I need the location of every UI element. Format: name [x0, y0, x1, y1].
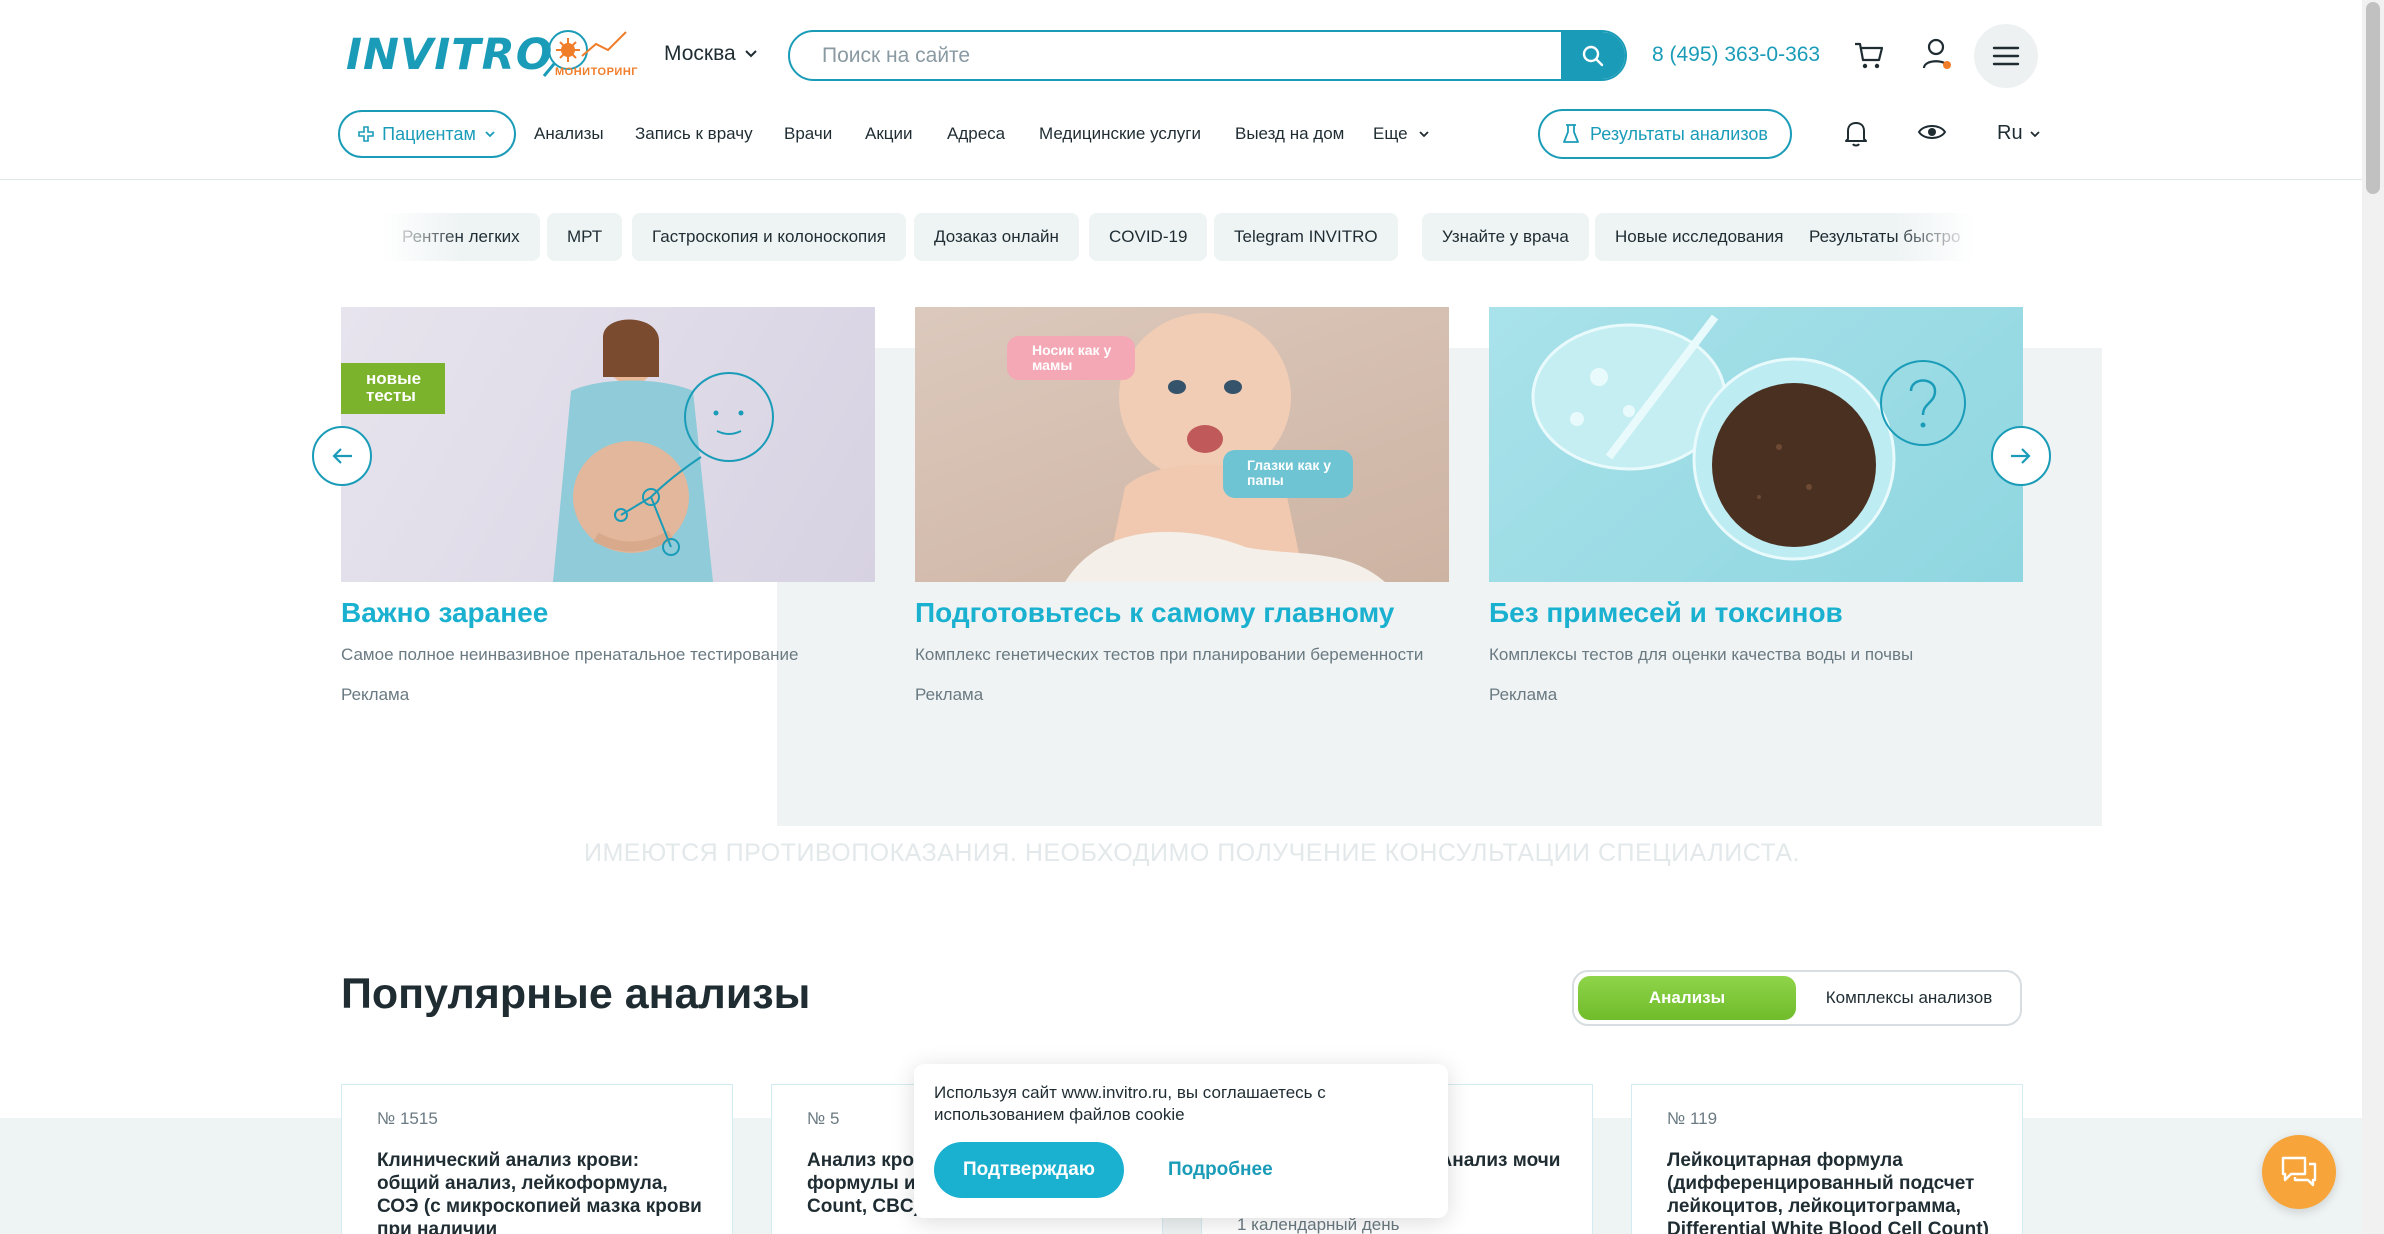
- nav-home-visit[interactable]: Выезд на дом: [1235, 124, 1344, 144]
- invitro-logo[interactable]: INVITRO: [346, 30, 553, 80]
- promo-title-prenatal[interactable]: Важно заранее: [341, 597, 548, 629]
- cookie-text: Используя сайт www.invitro.ru, вы соглаш…: [934, 1083, 1326, 1124]
- test-number: № 1515: [377, 1109, 438, 1128]
- promo-title-genetic[interactable]: Подготовьтесь к самому главному: [915, 597, 1394, 629]
- promo-image-water-soil[interactable]: [1489, 307, 2023, 582]
- chip-reorder-online[interactable]: Дозаказ онлайн: [914, 213, 1079, 261]
- eye-icon[interactable]: [1917, 120, 1947, 144]
- test-card[interactable]: № 1515 Клинический анализ крови: общий а…: [341, 1084, 733, 1234]
- new-tests-badge: новые тесты: [341, 363, 445, 414]
- chip-mri[interactable]: МРТ: [547, 213, 623, 261]
- city-name: Москва: [664, 42, 736, 65]
- promo-ad-label: Реклама: [341, 685, 410, 704]
- carousel-prev-button[interactable]: [312, 426, 372, 486]
- nav-addresses[interactable]: Адреса: [947, 124, 1005, 144]
- chip-gastroscopy[interactable]: Гастроскопия и колоноскопия: [632, 213, 906, 261]
- page-scrollbar[interactable]: [2362, 0, 2384, 1234]
- carousel-next-button[interactable]: [1991, 426, 2051, 486]
- patients-dropdown[interactable]: Пациентам: [338, 110, 516, 158]
- nav-doctors[interactable]: Врачи: [784, 124, 832, 144]
- cookie-confirm-button[interactable]: Подтверждаю: [934, 1142, 1124, 1198]
- search-button[interactable]: [1561, 32, 1625, 79]
- language-label: Ru: [1997, 122, 2023, 144]
- chip-covid[interactable]: COVID-19: [1089, 213, 1208, 261]
- promo-desc-genetic: Комплекс генетических тестов при планиро…: [915, 645, 1424, 664]
- nav-more[interactable]: Еще: [1373, 124, 1430, 144]
- tab-analyses[interactable]: Анализы: [1578, 976, 1796, 1020]
- promo-ad-label: Реклама: [1489, 685, 1558, 704]
- test-number: № 119: [1667, 1109, 1718, 1128]
- nav-more-label: Еще: [1373, 124, 1408, 143]
- arrow-left-icon: [332, 448, 352, 464]
- search-icon: [1582, 45, 1604, 66]
- language-selector[interactable]: Ru: [1997, 122, 2041, 145]
- nav-analyses[interactable]: Анализы: [534, 124, 604, 144]
- chevron-down-icon: [744, 50, 757, 58]
- user-icon[interactable]: [1920, 36, 1954, 72]
- chip-telegram[interactable]: Telegram INVITRO: [1214, 213, 1398, 261]
- scrollbar-thumb[interactable]: [2366, 2, 2380, 194]
- chevron-down-icon: [485, 131, 495, 138]
- test-card[interactable]: № 119 Лейкоцитарная формула (дифференцир…: [1631, 1084, 2023, 1234]
- search-bar: [788, 30, 1627, 81]
- baby-illustration: [1007, 313, 1385, 582]
- menu-icon: [1992, 46, 2020, 66]
- promo-image-prenatal[interactable]: [341, 307, 875, 582]
- chips-fade-left: [382, 213, 462, 261]
- contraindications-disclaimer: ИМЕЮТСЯ ПРОТИВОПОКАЗАНИЯ. НЕОБХОДИМО ПОЛ…: [583, 839, 1801, 867]
- chat-button[interactable]: [2262, 1135, 2336, 1209]
- bubble-nose: Носик как у мамы: [1032, 342, 1112, 373]
- nav-doctor-appointment[interactable]: Запись к врачу: [635, 124, 753, 144]
- phone-link[interactable]: 8 (495) 363-0-363: [1652, 43, 1820, 67]
- test-name: Клинический анализ крови: общий анализ, …: [377, 1150, 702, 1234]
- promo-desc-water-soil: Комплексы тестов для оценки качества вод…: [1489, 645, 1914, 664]
- bubble-eyes: Глазки как у папы: [1247, 457, 1332, 488]
- popular-tests-heading: Популярные анализы: [341, 970, 811, 1018]
- promo-desc-prenatal: Самое полное неинвазивное пренатальное т…: [341, 645, 799, 664]
- search-input[interactable]: [790, 32, 1560, 79]
- flask-icon: [1563, 124, 1579, 143]
- arrow-right-icon: [2011, 448, 2031, 464]
- patients-label: Пациентам: [382, 123, 476, 144]
- chip-new-studies[interactable]: Новые исследования: [1595, 213, 1804, 261]
- cart-icon[interactable]: [1852, 38, 1886, 72]
- test-results-label: Результаты анализов: [1590, 123, 1768, 144]
- chevron-down-icon: [2029, 130, 2040, 137]
- bell-icon[interactable]: [1842, 118, 1870, 148]
- medical-cross-icon: [358, 126, 374, 142]
- promo-image-genetic[interactable]: Носик как у мамы Глазки как у папы: [915, 307, 1449, 582]
- promo-title-water-soil[interactable]: Без примесей и токсинов: [1489, 597, 1843, 629]
- menu-button[interactable]: [1974, 24, 2038, 88]
- promo-ad-label: Реклама: [915, 685, 984, 704]
- tab-analysis-bundles[interactable]: Комплексы анализов: [1800, 976, 2018, 1020]
- petri-dish-illustration: [1531, 314, 1966, 561]
- test-number: № 5: [807, 1109, 840, 1128]
- quick-links-bar: Рентген легких МРТ Гастроскопия и колоно…: [382, 213, 1974, 261]
- cookie-more-link[interactable]: Подробнее: [1168, 1159, 1273, 1181]
- nav-promotions[interactable]: Акции: [865, 124, 913, 144]
- pregnant-woman-illustration: [553, 319, 774, 582]
- test-name: Лейкоцитарная формула (дифференцированны…: [1667, 1150, 1989, 1234]
- monitoring-label: МОНИТОРИНГ: [555, 66, 638, 78]
- chips-fade-right: [1894, 213, 1974, 261]
- chat-icon: [2281, 1156, 2317, 1187]
- nav-medical-services[interactable]: Медицинские услуги: [1039, 124, 1201, 144]
- chevron-down-icon: [1418, 131, 1429, 138]
- tests-type-toggle: Анализы Комплексы анализов: [1572, 970, 2022, 1026]
- header-divider: [0, 179, 2362, 180]
- city-selector[interactable]: Москва: [664, 42, 758, 66]
- cookie-consent-popup: Используя сайт www.invitro.ru, вы соглаш…: [914, 1064, 1448, 1218]
- chip-ask-doctor[interactable]: Узнайте у врача: [1422, 213, 1589, 261]
- test-results-button[interactable]: Результаты анализов: [1538, 109, 1792, 159]
